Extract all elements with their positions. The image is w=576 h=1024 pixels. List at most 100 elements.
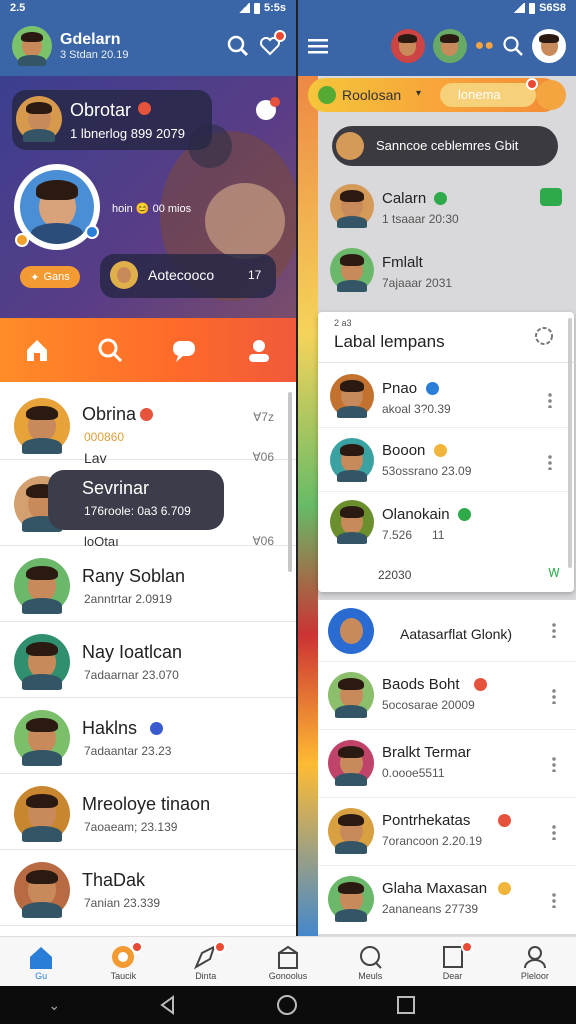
- contact-subtitle: 7adaantar 23.23: [84, 744, 172, 758]
- contact-subtitle: 000860: [84, 430, 125, 444]
- status-badge: [138, 102, 151, 115]
- games-pill[interactable]: ✦ Gans: [20, 266, 80, 288]
- contact-name: Sevrinar: [82, 478, 150, 498]
- list-item[interactable]: Aatasarflat Glonk): [318, 600, 576, 662]
- more-icon[interactable]: [552, 824, 556, 840]
- list-item[interactable]: Bralkt Termar 0.oooe5511: [318, 730, 576, 798]
- pill-action[interactable]: lonema: [440, 83, 536, 107]
- nav-label: Meuls: [358, 970, 383, 981]
- card-subtitle: 1 lbnerlog 899 2079: [70, 126, 185, 141]
- avatar: [328, 608, 374, 654]
- split-screen: 2.5 5:5s Gdelarn 3 Stdan 20.19 Obrotar 1…: [0, 0, 576, 1024]
- home-circle-icon[interactable]: [276, 994, 298, 1016]
- notification-dot: [274, 30, 286, 42]
- lower-chat-list: Aatasarflat Glonk) Baods Boht 5ocosarae …: [318, 600, 576, 934]
- top-profile-card[interactable]: Obrotar 1 lbnerlog 899 2079: [12, 90, 212, 150]
- list-item[interactable]: Sevrinar 176roole: 0a3 6.709 loOtaı Ɐ06: [0, 460, 296, 549]
- chat-icon[interactable]: [170, 336, 200, 364]
- more-icon[interactable]: [552, 622, 556, 638]
- more-icon[interactable]: [552, 892, 556, 908]
- home-icon[interactable]: [23, 336, 51, 364]
- home-icon: [30, 946, 53, 969]
- favorites-button[interactable]: [258, 30, 286, 58]
- status-badge: [434, 192, 447, 205]
- contact-subtitle: 7ajaaar 2031: [382, 276, 453, 290]
- nav-item-profile[interactable]: Pleloor: [505, 943, 565, 981]
- scrollbar[interactable]: [568, 318, 572, 568]
- emoji-icon: [498, 882, 511, 895]
- list-item[interactable]: Haklns 7adaantar 23.23: [0, 698, 296, 774]
- profile-icon[interactable]: [245, 336, 273, 364]
- back-icon[interactable]: [157, 994, 179, 1016]
- add-button[interactable]: [536, 80, 566, 110]
- tab-bar: [0, 318, 296, 382]
- search-icon[interactable]: [226, 34, 250, 58]
- list-item[interactable]: Baods Boht 5ocosarae 20009: [318, 662, 576, 730]
- status-badge: [15, 233, 29, 247]
- nav-item-home[interactable]: Gu: [11, 943, 71, 981]
- list-item[interactable]: Mreoloye tinaon 7aoaeam; 23.139: [0, 774, 296, 850]
- avatar[interactable]: [432, 29, 467, 63]
- contact-name: Pontrhekatas: [382, 812, 471, 829]
- list-item[interactable]: Calarn 1 tsaaar 20:30: [318, 176, 576, 240]
- wifi-icon: [237, 3, 250, 13]
- list-item[interactable]: Rany Soblan 2anntrtar 2.0919: [0, 546, 296, 622]
- banner-message[interactable]: Sanncoe ceblemres Gbit: [332, 126, 558, 166]
- nav-item-gift[interactable]: Gonoolus: [258, 943, 318, 981]
- bell-icon[interactable]: [250, 96, 282, 126]
- card-name: Obrotar: [70, 100, 132, 120]
- list-item[interactable]: Booon 53ossrano 23.09: [318, 428, 568, 492]
- banner-text: Sanncoe ceblemres Gbit: [376, 138, 519, 153]
- left-header: Gdelarn 3 Stdan 20.19: [0, 16, 296, 76]
- bottom-profile-card[interactable]: Aotecooco 17: [100, 254, 276, 298]
- avatar: [330, 184, 374, 228]
- search-icon[interactable]: [502, 35, 524, 57]
- avatar[interactable]: [390, 29, 425, 63]
- nav-item-compass[interactable]: Meuls: [340, 943, 400, 981]
- contact-subtitle: akoal 3?0.39: [382, 402, 451, 416]
- avatar: [328, 876, 374, 922]
- scrollbar[interactable]: [288, 392, 292, 572]
- more-icon[interactable]: [552, 756, 556, 772]
- list-item[interactable]: Pnao akoal 3?0.39: [318, 366, 568, 428]
- status-badge: [474, 678, 487, 691]
- list-item[interactable]: Fmlalt 7ajaaar 2031: [318, 240, 576, 304]
- profile-avatar[interactable]: [532, 29, 566, 63]
- divider: [318, 362, 574, 363]
- more-icon[interactable]: [548, 392, 552, 408]
- profile-avatar-large[interactable]: [14, 164, 100, 250]
- header-avatar[interactable]: [12, 26, 52, 66]
- collapse-icon[interactable]: ⌄: [48, 997, 60, 1014]
- list-item[interactable]: Olanokain 7.526 11: [318, 492, 568, 554]
- nav-item-rocket[interactable]: Dinta: [176, 940, 236, 981]
- contact-name: Glaha Maxasan: [382, 880, 488, 897]
- more-icon[interactable]: [552, 688, 556, 704]
- contact-name: Olanokain: [382, 506, 450, 523]
- menu-icon[interactable]: [308, 37, 330, 55]
- contact-name: ThaDak: [82, 870, 146, 890]
- nav-item-inbox[interactable]: Dear: [423, 940, 483, 981]
- search-icon[interactable]: [96, 336, 124, 364]
- avatar: [336, 132, 364, 160]
- list-item[interactable]: Obrina 000860 Lav Ɐ7z Ɐ06: [0, 384, 296, 466]
- contact-name: Bralkt Termar: [382, 744, 471, 761]
- nav-item-target[interactable]: Taucik: [93, 940, 153, 981]
- list-item[interactable]: ThaDak 7anian 23.339: [0, 850, 296, 926]
- recents-icon[interactable]: [395, 994, 417, 1016]
- contact-name: Pnao: [382, 380, 418, 397]
- gear-icon[interactable]: [532, 324, 556, 348]
- list-item[interactable]: Pontrhekatas 7orancoon 2.20.19: [318, 798, 576, 866]
- list-item[interactable]: Nay Ioatlcan 7adaarnar 23.070: [0, 622, 296, 698]
- list-item[interactable]: Glaha Maxasan 2ananeans 27739: [318, 866, 576, 934]
- reactions-icon[interactable]: ●●: [475, 37, 494, 55]
- contact-name: Fmlalt: [382, 254, 423, 271]
- avatar: [318, 86, 336, 104]
- filter-pill[interactable]: Roolosan ▾ lonema: [308, 78, 560, 112]
- header-title: Gdelarn: [60, 31, 121, 48]
- system-nav-bar: ⌄: [0, 986, 576, 1024]
- flame-icon: ✦: [30, 271, 40, 284]
- avatar: [328, 808, 374, 854]
- pill-label: Roolosan: [342, 87, 402, 103]
- header-subtitle: 3 Stdan 20.19: [60, 49, 129, 61]
- more-icon[interactable]: [548, 454, 552, 470]
